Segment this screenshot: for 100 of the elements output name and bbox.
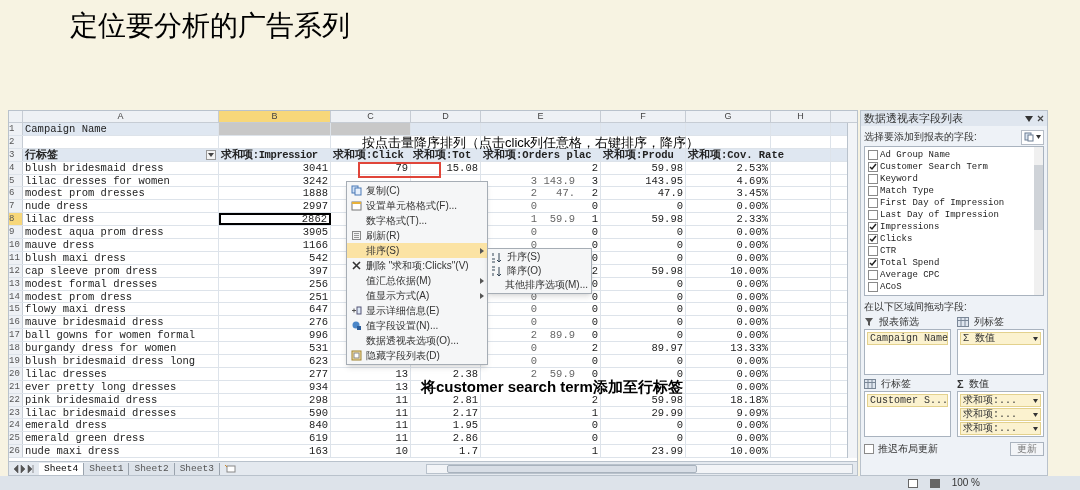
row-number[interactable]: 8 (9, 213, 23, 226)
checkbox[interactable] (868, 186, 878, 196)
menu-item[interactable]: 删除 "求和项:Clicks"(V) (347, 258, 487, 273)
field-chip[interactable]: Customer S... (867, 394, 948, 407)
sheet-tab[interactable]: Sheet2 (129, 462, 175, 475)
table-cell: flowy maxi dress (25, 303, 126, 316)
menu-item[interactable]: 数据透视表选项(O)... (347, 333, 487, 348)
list-scrollbar[interactable] (1034, 147, 1043, 295)
menu-item[interactable]: 数字格式(T)... (347, 213, 487, 228)
dropdown-arrow-icon[interactable] (1025, 115, 1033, 122)
menu-item[interactable]: 其他排序选项(M)... (488, 278, 591, 292)
close-icon[interactable] (1037, 115, 1044, 122)
horizontal-scrollbar[interactable] (425, 463, 853, 474)
sheet-tab[interactable]: Sheet1 (84, 462, 130, 475)
field-name[interactable]: Clicks (880, 233, 913, 245)
row-number[interactable]: 1 (9, 123, 23, 135)
filter-value-field[interactable] (331, 123, 411, 135)
table-cell: 2 (591, 161, 598, 174)
menu-item[interactable]: 设置单元格格式(F)... (347, 198, 487, 213)
sheet-tab[interactable]: Sheet4 (39, 462, 85, 475)
checkbox[interactable] (868, 174, 878, 184)
table-cell: 277 (309, 367, 328, 380)
dropdown-arrow-icon[interactable] (1033, 426, 1038, 431)
cell-text: 143.9 (542, 174, 575, 187)
field-chip[interactable]: 求和项:... (960, 408, 1041, 421)
menu-item[interactable]: 复制(C) (347, 183, 487, 198)
table-cell: 0 (676, 251, 683, 264)
checkbox[interactable] (868, 246, 878, 256)
menu-item[interactable]: 刷新(R) (347, 228, 487, 243)
row-number[interactable]: 6 (9, 187, 23, 200)
field-chip[interactable]: 求和项:... (960, 422, 1041, 435)
view-icon[interactable] (907, 478, 918, 488)
checkbox[interactable] (868, 270, 878, 280)
table-cell: 0.00% (736, 316, 768, 329)
menu-item[interactable]: 排序(S) (347, 243, 487, 258)
table-cell: 0 (591, 419, 598, 432)
field-name[interactable]: Total Spend (880, 257, 940, 269)
row-number[interactable]: 19 (9, 355, 23, 367)
field-name[interactable]: ACoS (880, 281, 902, 293)
table-cell: 647 (309, 303, 328, 316)
filter-value-field[interactable] (219, 123, 331, 135)
field-name[interactable]: CTR (880, 245, 897, 257)
menu-item[interactable]: 隐藏字段列表(D) (347, 348, 487, 363)
checkbox[interactable] (868, 222, 878, 232)
menu-item[interactable]: 降序(O) (488, 264, 591, 278)
table-cell: emerald green dress (25, 432, 145, 445)
menu-item[interactable]: 值汇总依据(M) (347, 273, 487, 288)
field-name[interactable]: Impressions (880, 221, 940, 233)
dropdown-arrow-icon[interactable] (1033, 412, 1038, 417)
row-number[interactable]: 18 (9, 342, 23, 355)
sheet-tab[interactable]: Sheet3 (174, 462, 220, 475)
row-number[interactable]: 26 (9, 445, 23, 458)
checkbox[interactable] (868, 150, 878, 160)
menu-item[interactable]: 值字段设置(N)... (347, 318, 487, 333)
row-number[interactable]: 9 (9, 226, 23, 238)
checkbox[interactable] (868, 198, 878, 208)
row-number[interactable]: 24 (9, 419, 23, 432)
field-name[interactable]: First Day of Impression (880, 197, 1005, 209)
table-cell: 2997 (302, 200, 328, 213)
field-chip[interactable]: 求和项:... (960, 394, 1041, 407)
row-number[interactable]: 7 (9, 200, 23, 213)
field-chip[interactable]: Σ 数值 (960, 332, 1041, 345)
table-cell: 0.00% (736, 277, 768, 290)
checkbox[interactable] (868, 210, 878, 220)
table-cell: 10.00% (730, 445, 768, 458)
table-cell: lilac dresses for women (25, 174, 170, 187)
row-number[interactable]: 15 (9, 303, 23, 316)
menu-item[interactable]: 升序(S) (488, 250, 591, 264)
field-name[interactable]: Average CPC (880, 269, 940, 281)
field-name[interactable]: Keyword (880, 173, 918, 185)
table-cell: 13.33% (730, 342, 768, 355)
field-name[interactable]: Customer Search Term (880, 161, 989, 173)
filter-dropdown-button[interactable] (206, 149, 216, 160)
row-number[interactable]: 16 (9, 316, 23, 329)
checkbox[interactable] (868, 282, 878, 292)
field-name[interactable]: Last Day of Impression (880, 209, 999, 221)
menu-item[interactable]: 值显示方式(A) (347, 288, 487, 303)
checkbox[interactable] (864, 444, 874, 454)
table-cell: 0.00% (736, 303, 768, 316)
column-header[interactable]: B (219, 111, 331, 122)
field-name[interactable]: Match Type (880, 185, 934, 197)
update-button[interactable]: 更新 (1010, 442, 1044, 456)
checkbox[interactable] (868, 234, 878, 244)
field-name[interactable]: Ad Group Name (880, 149, 951, 161)
cell-text: 0 (529, 238, 537, 251)
row-number[interactable]: 10 (9, 239, 23, 251)
checkbox[interactable] (868, 162, 878, 172)
menu-item[interactable]: 显示详细信息(E) (347, 303, 487, 318)
row-number[interactable]: 17 (9, 329, 23, 342)
checkbox[interactable] (868, 258, 878, 268)
table-cell: 0.00% (736, 251, 768, 264)
view-icon[interactable] (929, 478, 940, 488)
table-cell: 13 (395, 380, 408, 393)
dropdown-arrow-icon[interactable] (1033, 336, 1038, 341)
layout-button[interactable] (1021, 129, 1044, 145)
vertical-scrollbar[interactable] (847, 123, 857, 458)
insert-sheet-icon[interactable] (223, 464, 236, 473)
dropdown-arrow-icon[interactable] (1033, 398, 1038, 403)
field-chip[interactable]: Campaign Name (867, 332, 948, 345)
row-number[interactable]: 25 (9, 432, 23, 445)
